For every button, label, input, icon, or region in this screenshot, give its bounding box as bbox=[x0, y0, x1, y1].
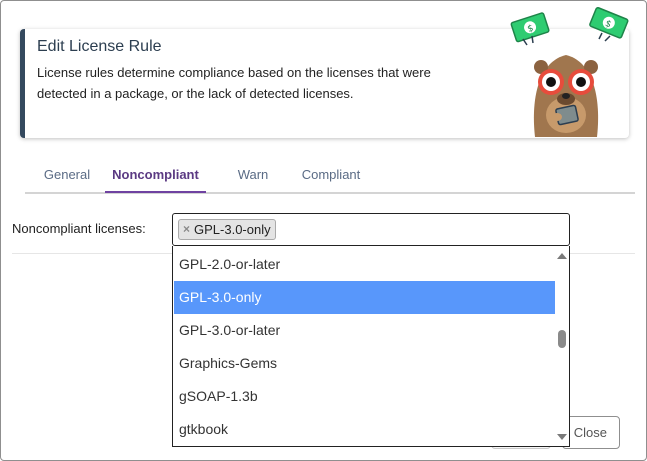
page-description: License rules determine compliance based… bbox=[37, 65, 431, 101]
mascot-with-money-icon: $ $ bbox=[510, 7, 629, 137]
dropdown-option[interactable]: GPL-2.0-or-later bbox=[174, 248, 556, 281]
selected-license-chip: × GPL-3.0-only bbox=[178, 219, 276, 240]
dropdown-scrollbar[interactable] bbox=[555, 246, 569, 446]
tab-bar: General Noncompliant Warn Compliant bbox=[25, 160, 635, 194]
selected-license-label: GPL-3.0-only bbox=[194, 222, 271, 237]
remove-chip-icon[interactable]: × bbox=[183, 219, 190, 240]
noncompliant-licenses-label: Noncompliant licenses: bbox=[12, 221, 146, 236]
tab-compliant[interactable]: Compliant bbox=[292, 160, 370, 191]
noncompliant-licenses-select[interactable]: × GPL-3.0-only bbox=[172, 213, 570, 246]
scroll-down-icon[interactable] bbox=[557, 434, 567, 440]
tab-warn[interactable]: Warn bbox=[228, 160, 278, 191]
dropdown-option[interactable]: gSOAP-1.3b bbox=[174, 380, 556, 413]
dialog-frame: Edit License Rule License rules determin… bbox=[0, 0, 647, 461]
tab-general[interactable]: General bbox=[25, 160, 109, 191]
header-card: Edit License Rule License rules determin… bbox=[20, 7, 629, 138]
scroll-thumb[interactable] bbox=[558, 330, 566, 348]
dropdown-option[interactable]: gtkbook bbox=[174, 413, 556, 446]
dropdown-option[interactable]: GPL-3.0-or-later bbox=[174, 314, 556, 347]
close-button[interactable]: Close bbox=[562, 416, 620, 449]
page-title: Edit License Rule bbox=[37, 38, 162, 55]
dropdown-option-highlighted[interactable]: GPL-3.0-only bbox=[174, 281, 556, 314]
license-dropdown-list: GPL-2.0-or-later GPL-3.0-only GPL-3.0-or… bbox=[172, 246, 570, 447]
dropdown-option[interactable]: Graphics-Gems bbox=[174, 347, 556, 380]
tab-noncompliant[interactable]: Noncompliant bbox=[105, 160, 206, 193]
scroll-up-icon[interactable] bbox=[557, 253, 567, 259]
